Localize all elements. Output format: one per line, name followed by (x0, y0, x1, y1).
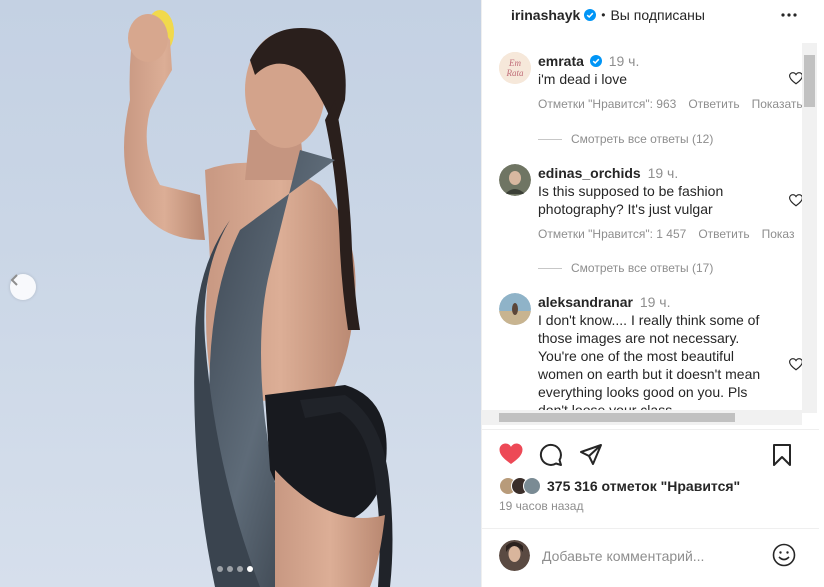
post-side-panel: irinashayk • Вы подписаны Em Rata emrata (481, 0, 824, 587)
carousel-dot (227, 566, 233, 572)
show-translation-button[interactable]: Показ (762, 227, 795, 241)
verified-icon (584, 9, 597, 21)
follow-status[interactable]: Вы подписаны (610, 7, 705, 23)
heart-icon[interactable] (789, 72, 803, 85)
author-username[interactable]: irinashayk (511, 7, 580, 23)
view-replies-button[interactable]: Смотреть все ответы (12) (538, 132, 713, 146)
current-user-avatar (499, 540, 530, 571)
comment-likes[interactable]: Отметки "Нравится": 963 (538, 97, 676, 111)
likes-count[interactable]: 375 316 отметок "Нравится" (547, 478, 740, 494)
chevron-left-icon (10, 274, 18, 286)
comment-body: emrata 19 ч. i'm dead i love (538, 52, 773, 88)
comments-scrollbar-horizontal[interactable] (482, 410, 802, 425)
avatar-edinas (499, 164, 531, 196)
comment-text: i'm dead i love (538, 71, 628, 87)
comment-icon[interactable] (539, 443, 563, 467)
post-actions: 375 316 отметок "Нравится" 19 часов наза… (482, 429, 819, 587)
avatar-aleksandranar (499, 293, 531, 325)
view-replies-button[interactable]: Смотреть все ответы (17) (538, 261, 713, 275)
heart-icon[interactable] (499, 443, 523, 465)
view-replies-label: Смотреть все ответы (17) (571, 261, 714, 275)
comment-input[interactable]: Добавьте комментарий... (542, 548, 704, 564)
carousel-dot-active (247, 566, 253, 572)
comment-likes[interactable]: Отметки "Нравится": 1 457 (538, 227, 686, 241)
reply-button[interactable]: Ответить (688, 97, 739, 111)
carousel-dots (217, 566, 253, 572)
carousel-dot (237, 566, 243, 572)
comment-time[interactable]: 19 ч. (640, 294, 671, 310)
divider (538, 267, 562, 269)
likes-summary[interactable]: 375 316 отметок "Нравится" (499, 477, 740, 495)
show-translation-button[interactable]: Показать (752, 97, 803, 111)
reply-button[interactable]: Ответить (698, 227, 749, 241)
svg-text:Rata: Rata (506, 68, 524, 78)
divider (538, 138, 562, 140)
post-photo[interactable] (0, 0, 481, 587)
avatar[interactable] (499, 293, 531, 325)
svg-text:Em: Em (508, 58, 521, 68)
comment-meta: Отметки "Нравится": 1 457 Ответить Показ (538, 227, 806, 241)
heart-icon[interactable] (789, 358, 803, 371)
scrollbar-thumb[interactable] (804, 55, 815, 107)
carousel-prev-button[interactable] (10, 274, 36, 300)
comments-list: Em Rata emrata 19 ч. i'm dead i love Отм… (482, 43, 819, 413)
heart-icon[interactable] (789, 194, 803, 207)
view-replies-label: Смотреть все ответы (12) (571, 132, 714, 146)
comment-time[interactable]: 19 ч. (648, 165, 679, 181)
post-header: irinashayk • Вы подписаны (482, 0, 819, 30)
bookmark-icon[interactable] (772, 443, 792, 467)
liker-avatar (523, 477, 541, 495)
avatar (499, 540, 530, 571)
action-icons (499, 443, 603, 467)
comment-body: edinas_orchids 19 ч. Is this supposed to… (538, 164, 773, 218)
post-timestamp[interactable]: 19 часов назад (499, 499, 583, 513)
comment-body: aleksandranar 19 ч. I don't know.... I r… (538, 293, 773, 413)
comment-username[interactable]: edinas_orchids (538, 165, 641, 181)
carousel-dot (217, 566, 223, 572)
scrollbar-thumb[interactable] (499, 413, 735, 422)
comment-text: I don't know.... I really think some of … (538, 312, 761, 413)
comment-time[interactable]: 19 ч. (609, 53, 640, 69)
emoji-icon[interactable] (772, 543, 796, 567)
share-icon[interactable] (579, 443, 603, 467)
more-icon[interactable] (779, 6, 799, 24)
avatar[interactable] (499, 164, 531, 196)
header-separator: • (601, 8, 606, 22)
comment-text: Is this supposed to be fashion photograp… (538, 183, 724, 217)
verified-icon (589, 55, 602, 67)
avatar-emrata: Em Rata (499, 52, 531, 84)
comments-scrollbar-vertical[interactable] (802, 43, 817, 413)
add-comment-bar: Добавьте комментарий... (482, 528, 819, 587)
comment-username[interactable]: emrata (538, 53, 584, 69)
comment-username[interactable]: aleksandranar (538, 294, 633, 310)
comment-meta: Отметки "Нравится": 963 Ответить Показать (538, 97, 815, 111)
avatar[interactable]: Em Rata (499, 52, 531, 84)
photo-illustration (124, 10, 393, 587)
